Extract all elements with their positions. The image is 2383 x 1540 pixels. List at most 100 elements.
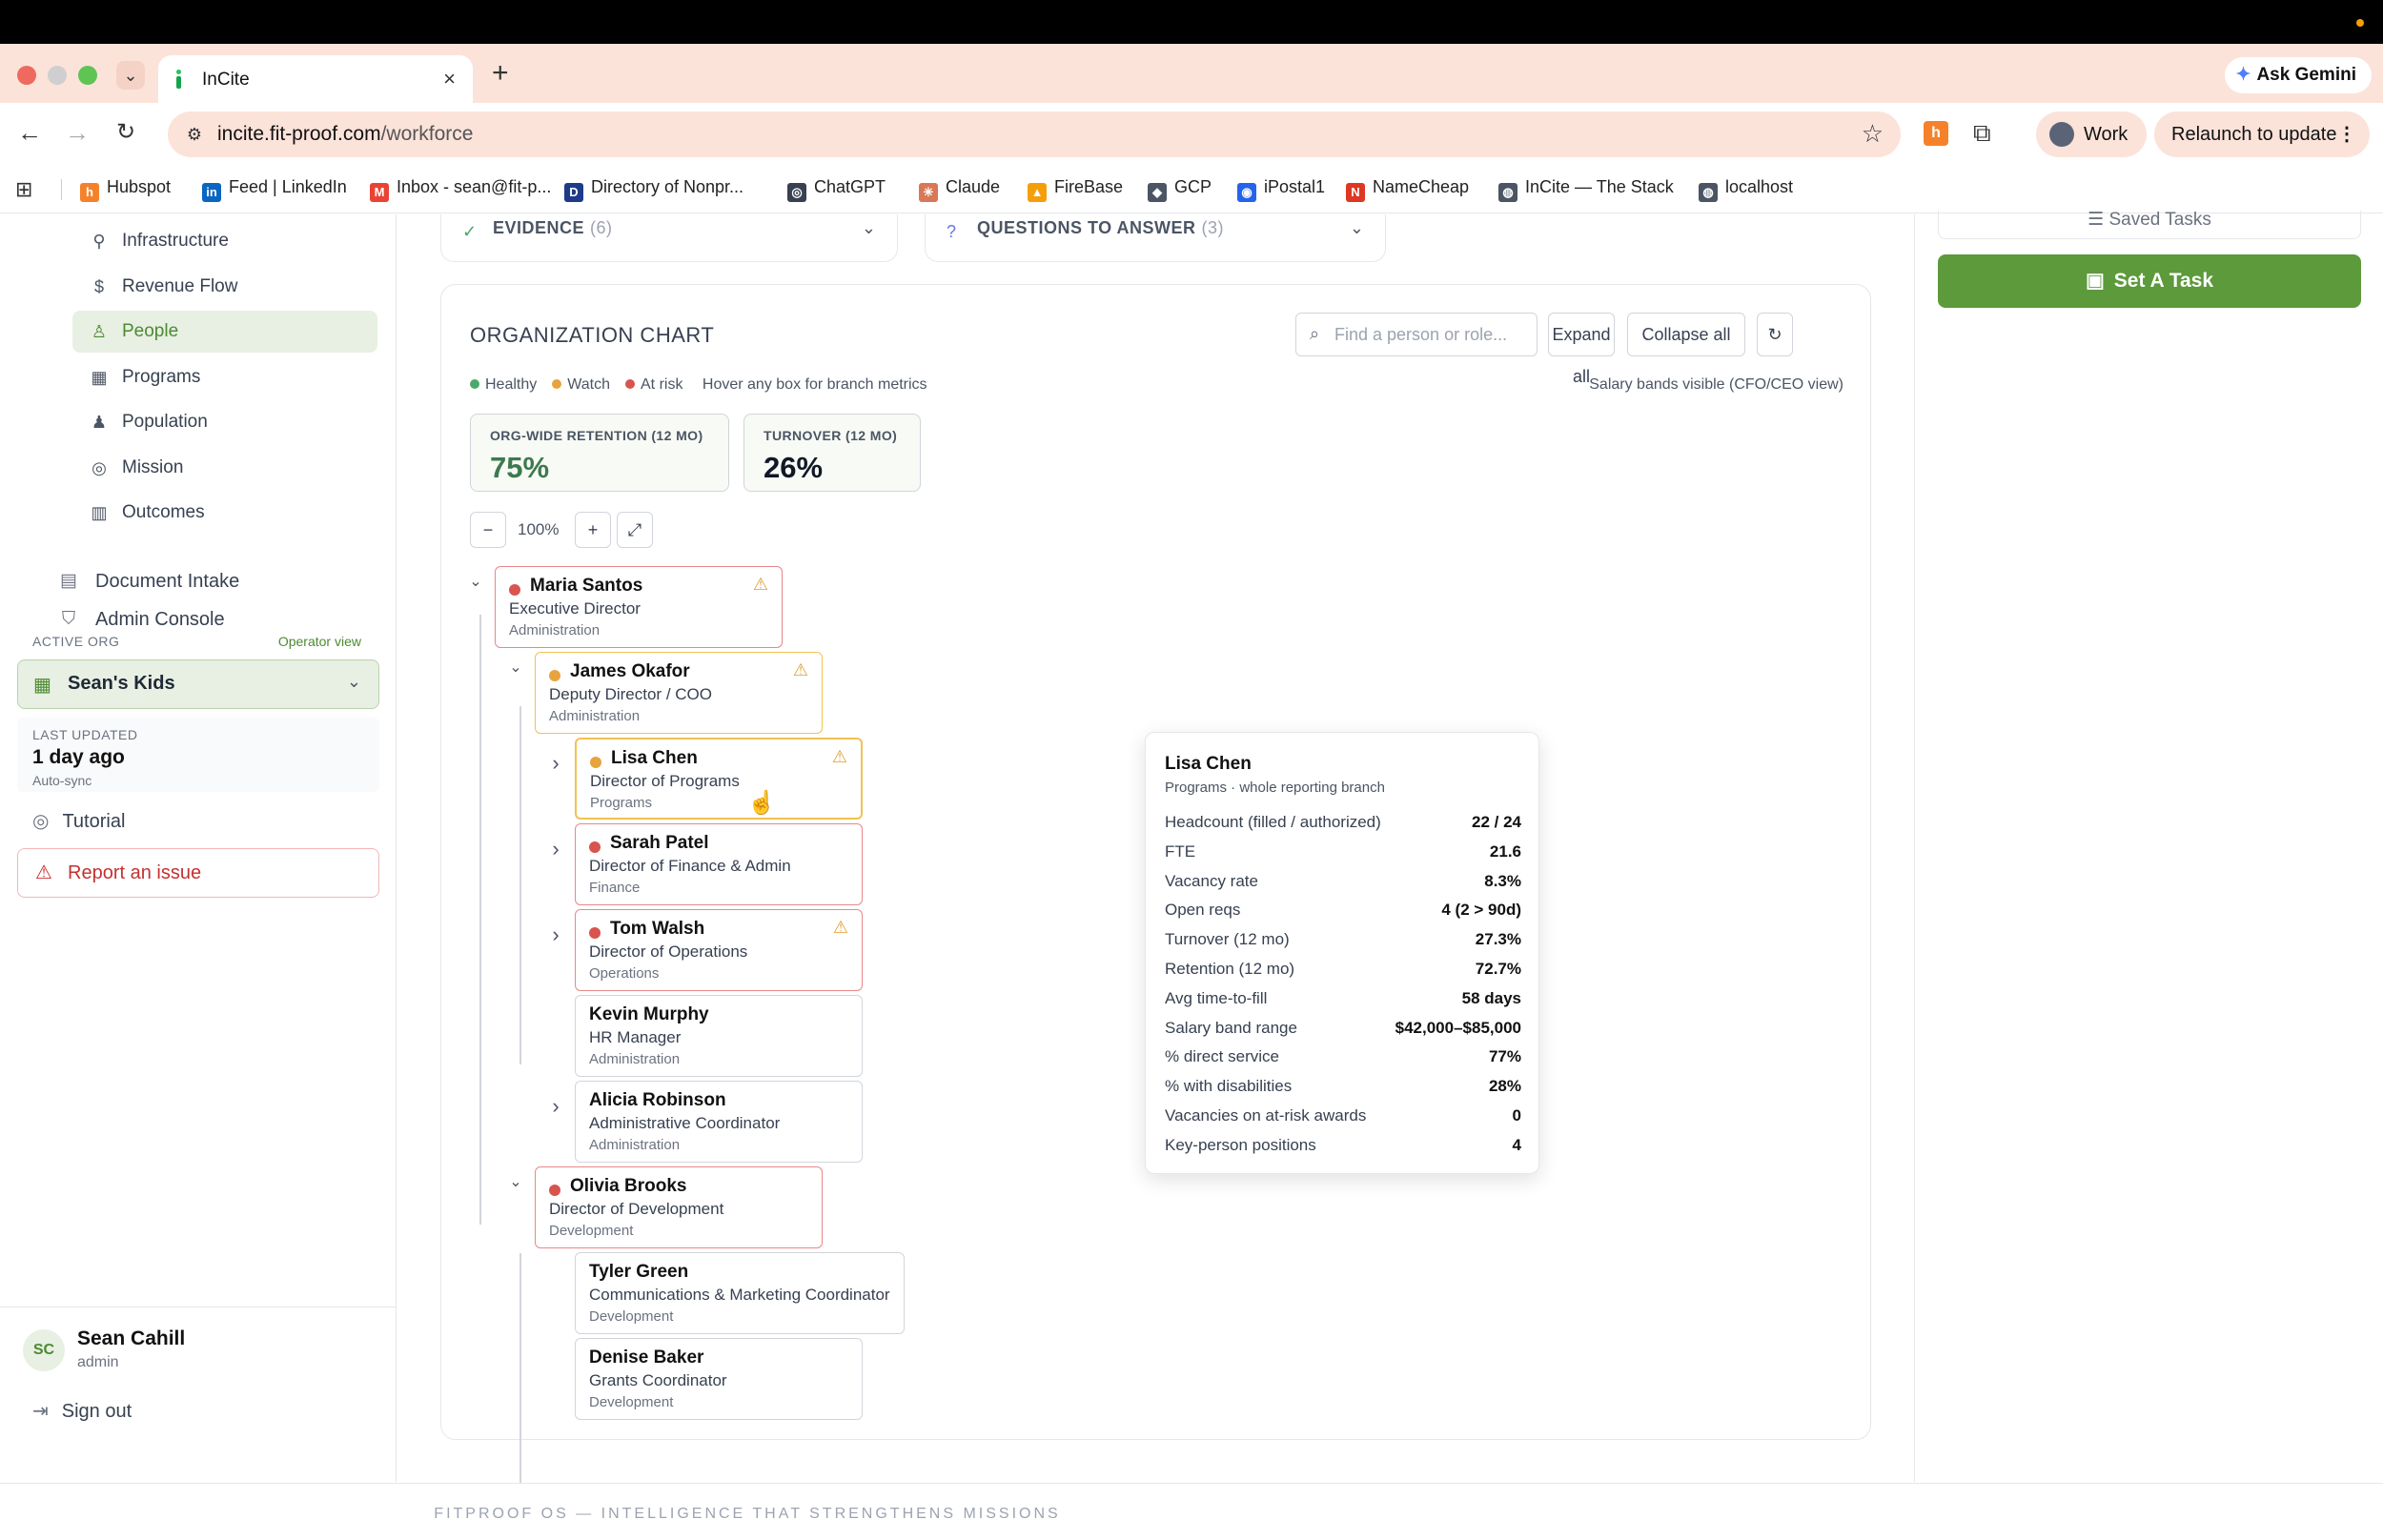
last-updated-value: 1 day ago: [32, 746, 125, 768]
chevron-right-icon[interactable]: ›: [546, 1094, 565, 1119]
maximize-window-button[interactable]: [78, 66, 97, 85]
directory-icon: D: [564, 183, 583, 202]
hover-hint: Hover any box for branch metrics: [702, 376, 927, 393]
bookmarks-divider: [61, 179, 62, 200]
chevron-down-icon[interactable]: ⌄: [466, 572, 485, 591]
org-node[interactable]: Sarah Patel Director of Finance & Admin Fi…: [575, 823, 863, 905]
metric-card: TURNOVER (12 MO) 26%: [743, 414, 921, 492]
question-circle-icon: ?: [947, 222, 957, 241]
back-button[interactable]: ←: [17, 118, 42, 148]
bookmark-item[interactable]: ◍ localhost: [1699, 177, 1793, 202]
node-role: HR Manager: [589, 1028, 682, 1046]
users-icon: ♟: [91, 413, 108, 432]
hubspot-extension-icon[interactable]: h: [1924, 121, 1948, 146]
saved-tasks-button[interactable]: ☰ Saved Tasks: [1938, 211, 2361, 239]
url-omnibox[interactable]: ⚙ incite.fit-proof.com/workforce ☆: [168, 111, 1901, 157]
org-node[interactable]: Olivia Brooks Director of Development Deve…: [535, 1166, 823, 1248]
sidebar-item-mission[interactable]: ◎ Mission: [72, 447, 377, 489]
browser-tab[interactable]: InCite ×: [158, 55, 473, 103]
active-org-label: ACTIVE ORG: [32, 634, 120, 649]
evidence-collapsible[interactable]: ✓ EVIDENCE (6) ⌄: [440, 214, 898, 262]
org-node[interactable]: Alicia Robinson Administrative Coordinato…: [575, 1081, 863, 1163]
sidebar-item-infrastructure[interactable]: ⚲ Infrastructure: [72, 220, 377, 262]
refresh-button[interactable]: ↻: [1757, 313, 1793, 356]
relaunch-button[interactable]: Relaunch to update ⋮: [2154, 111, 2370, 157]
set-a-task-button[interactable]: ▣ Set A Task: [1938, 254, 2361, 308]
bookmark-item[interactable]: D Directory of Nonpr...: [564, 177, 743, 202]
chevron-right-icon[interactable]: ›: [546, 922, 565, 947]
chevron-right-icon[interactable]: ›: [546, 751, 565, 776]
apps-grid-icon[interactable]: ⊞: [15, 177, 32, 202]
org-node[interactable]: Denise Baker Grants Coordinator Developmen…: [575, 1338, 863, 1420]
tree-connector: [479, 615, 481, 1225]
sidebar-item-population[interactable]: ♟ Population: [72, 401, 377, 443]
node-name: Olivia Brooks: [570, 1176, 687, 1196]
minimize-window-button[interactable]: [48, 66, 67, 85]
operator-view-link[interactable]: Operator view: [278, 634, 361, 649]
warning-icon: ⚠: [831, 747, 847, 766]
report-issue-button[interactable]: ⚠ Report an issue: [17, 848, 379, 898]
close-tab-icon[interactable]: ×: [443, 67, 456, 91]
node-role: Administrative Coordinator: [589, 1114, 781, 1132]
zoom-out-button[interactable]: −: [470, 512, 506, 548]
sidebar-item-revenue-flow[interactable]: $ Revenue Flow: [72, 266, 377, 308]
sign-out-button[interactable]: ⇥ Sign out: [32, 1399, 132, 1423]
expand-all-button[interactable]: Expand all: [1548, 313, 1615, 386]
node-name: Tom Walsh: [610, 919, 705, 939]
org-node[interactable]: Lisa Chen Director of Programs Programs ⚠: [575, 738, 863, 820]
chevron-down-icon[interactable]: ⌄: [506, 1172, 525, 1191]
tooltip-row-label: Headcount (filled / authorized): [1165, 813, 1381, 831]
bookmark-item[interactable]: M Inbox - sean@fit-p...: [370, 177, 551, 202]
bookmark-star-icon[interactable]: ☆: [1862, 119, 1884, 149]
address-bar-row: ← → ↻ ⚙ incite.fit-proof.com/workforce ☆…: [0, 103, 2383, 166]
more-menu-icon[interactable]: ⋮: [2337, 111, 2356, 157]
questions-collapsible[interactable]: ? QUESTIONS TO ANSWER (3) ⌄: [925, 214, 1386, 262]
org-selector[interactable]: ▦ Sean's Kids ⌄: [17, 659, 379, 709]
zoom-in-button[interactable]: +: [575, 512, 611, 548]
user-role: admin: [77, 1354, 119, 1370]
sidebar-item-outcomes[interactable]: ▥ Outcomes: [72, 492, 377, 534]
bookmark-item[interactable]: N NameCheap: [1346, 177, 1469, 202]
chevron-down-icon: ⌄: [1349, 218, 1364, 237]
sidebar-item-document-intake[interactable]: ▤ Document Intake: [53, 560, 377, 602]
chevron-right-icon[interactable]: ›: [546, 837, 565, 861]
bookmark-item[interactable]: ◎ ChatGPT: [787, 177, 886, 202]
sidebar-item-programs[interactable]: ▦ Programs: [72, 356, 377, 398]
profile-button[interactable]: Work: [2036, 111, 2147, 157]
bookmark-item[interactable]: ✳ Claude: [919, 177, 1000, 202]
org-node[interactable]: James Okafor Deputy Director / COO Adminis…: [535, 652, 823, 734]
reload-button[interactable]: ↻: [116, 118, 135, 146]
org-node[interactable]: Kevin Murphy HR Manager Administration: [575, 995, 863, 1077]
warning-icon: ⚠: [35, 862, 52, 883]
collapse-all-button[interactable]: Collapse all: [1627, 313, 1745, 356]
close-window-button[interactable]: [17, 66, 36, 85]
org-node[interactable]: Maria Santos Executive Director Administra…: [495, 566, 783, 648]
extensions-puzzle-icon[interactable]: ⧉: [1973, 118, 1991, 149]
org-node[interactable]: Tyler Green Communications & Marketing Co…: [575, 1252, 905, 1334]
bookmark-item[interactable]: ◍ InCite — The Stack: [1498, 177, 1674, 202]
bookmark-item[interactable]: ◉ iPostal1: [1237, 177, 1325, 202]
sidebar: ⚲ Infrastructure $ Revenue Flow ♙ People ▦ Prog…: [0, 214, 397, 1482]
person-search-input[interactable]: ⌕ Find a person or role...: [1295, 313, 1538, 356]
site-info-icon[interactable]: ⚙: [181, 121, 208, 148]
org-node[interactable]: Tom Walsh Director of Operations Operation…: [575, 909, 863, 991]
bookmark-item[interactable]: ▲ FireBase: [1028, 177, 1123, 202]
node-department: Development: [549, 1223, 634, 1239]
set-a-task-label: Set A Task: [2113, 270, 2214, 292]
legend-item: At risk: [625, 376, 682, 393]
new-tab-button[interactable]: +: [492, 57, 509, 90]
status-dot: [590, 757, 601, 768]
tab-search-button[interactable]: ⌄: [116, 61, 145, 90]
node-department: Administration: [509, 622, 601, 638]
sidebar-item-people[interactable]: ♙ People: [72, 311, 377, 353]
bookmark-item[interactable]: h Hubspot: [80, 177, 171, 202]
namecheap-icon: N: [1346, 183, 1365, 202]
linkedin-icon: in: [202, 183, 221, 202]
fit-screen-button[interactable]: ⤢: [617, 512, 653, 548]
tutorial-link[interactable]: ◎ Tutorial: [32, 809, 125, 833]
ask-gemini-button[interactable]: ✦ Ask Gemini: [2224, 57, 2372, 93]
chevron-down-icon[interactable]: ⌄: [506, 658, 525, 677]
bookmark-item[interactable]: ◆ GCP: [1148, 177, 1212, 202]
bookmark-item[interactable]: in Feed | LinkedIn: [202, 177, 347, 202]
forward-button[interactable]: →: [65, 118, 90, 148]
